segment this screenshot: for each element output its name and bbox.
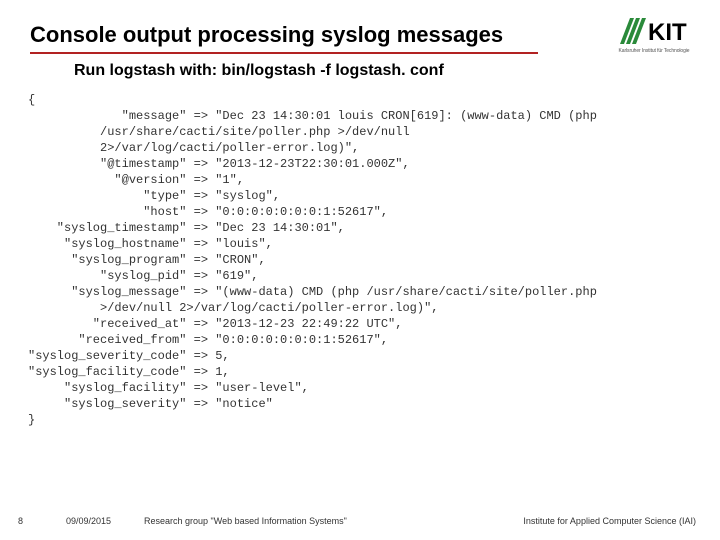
page-number: 8: [18, 516, 23, 526]
footer-group: Research group "Web based Information Sy…: [144, 516, 347, 526]
kit-logo-icon: KIT: [618, 14, 690, 46]
logo-tagline: Karlsruher Institut für Technologie: [612, 48, 696, 54]
console-output: { "message" => "Dec 23 14:30:01 louis CR…: [28, 92, 692, 428]
footer-date: 09/09/2015: [66, 516, 111, 526]
title-underline: [30, 52, 538, 54]
svg-text:KIT: KIT: [648, 19, 687, 46]
subtitle: Run logstash with: bin/logstash -f logst…: [74, 62, 444, 80]
slide: Console output processing syslog message…: [0, 0, 720, 540]
kit-logo: KIT Karlsruher Institut für Technologie: [612, 14, 696, 54]
footer-institute: Institute for Applied Computer Science (…: [523, 516, 696, 526]
page-title: Console output processing syslog message…: [30, 22, 503, 48]
